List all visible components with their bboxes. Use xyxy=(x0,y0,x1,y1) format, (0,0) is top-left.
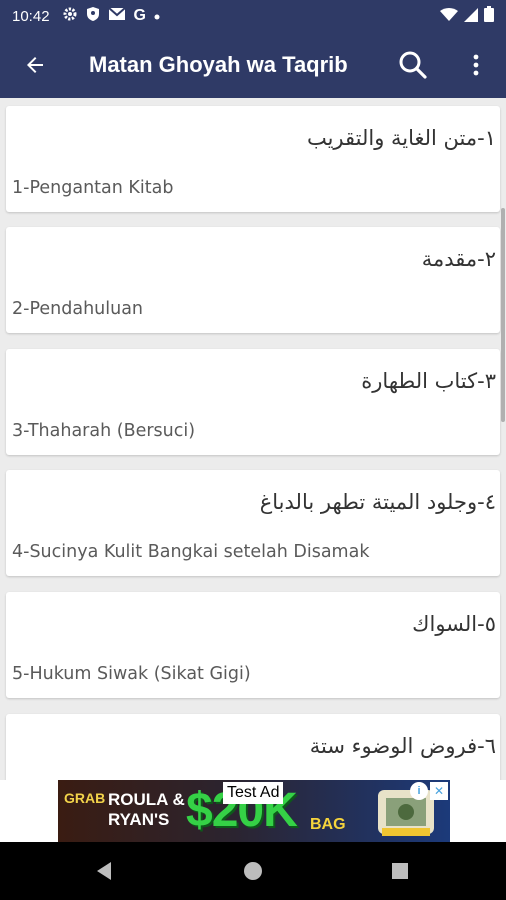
ad-bag-text: BAG xyxy=(310,816,346,833)
list-item[interactable]: ٢-مقدمة 2-Pendahuluan xyxy=(6,227,500,333)
shield-icon xyxy=(86,6,100,26)
list-item-arabic-title: ٣-كتاب الطهارة xyxy=(361,369,496,393)
mail-icon xyxy=(107,7,126,25)
triangle-back-icon xyxy=(97,862,111,880)
list-item-arabic-title: ٢-مقدمة xyxy=(421,247,496,271)
wifi-icon xyxy=(440,7,458,26)
back-button[interactable] xyxy=(0,32,70,98)
ad-names-line2: RYAN'S xyxy=(108,810,170,829)
page-title: Matan Ghoyah wa Taqrib xyxy=(89,52,348,77)
status-bar: 10:42 G xyxy=(0,0,506,32)
ad-names-text: ROULA & RYAN'S xyxy=(108,790,185,830)
list-item-arabic-title: ٥-السواك xyxy=(412,612,496,636)
list-item[interactable]: ٥-السواك 5-Hukum Siwak (Sikat Gigi) xyxy=(6,592,500,698)
list-item-latin-title: 1-Pengantan Kitab xyxy=(12,178,174,198)
chapter-list[interactable]: ١-متن الغاية والتقريب 1-Pengantan Kitab … xyxy=(0,98,506,780)
ad-banner[interactable]: GRAB ROULA & RYAN'S $20K BAG Test Ad i ✕ xyxy=(58,780,450,842)
list-item-latin-title: 3-Thaharah (Bersuci) xyxy=(12,421,196,441)
google-g-icon: G xyxy=(133,7,146,24)
list-item-arabic-title: ٤-وجلود الميتة تطهر بالدباغ xyxy=(259,490,496,514)
list-item-arabic-title: ٦-فروض الوضوء ستة xyxy=(309,734,496,758)
ad-names-line1: ROULA & xyxy=(108,790,185,809)
ad-container: GRAB ROULA & RYAN'S $20K BAG Test Ad i ✕ xyxy=(0,780,506,842)
battery-icon xyxy=(484,6,494,26)
dot-icon xyxy=(154,8,160,24)
signal-icon xyxy=(464,7,478,26)
nav-recents-button[interactable] xyxy=(370,842,430,900)
more-options-button[interactable] xyxy=(456,40,496,90)
search-icon xyxy=(399,51,427,79)
list-item-arabic-title: ١-متن الغاية والتقريب xyxy=(306,126,496,150)
gear-icon xyxy=(62,6,78,26)
list-item[interactable]: ١-متن الغاية والتقريب 1-Pengantan Kitab xyxy=(6,106,500,212)
ad-info-icon[interactable]: i xyxy=(410,782,428,800)
list-item[interactable]: ٣-كتاب الطهارة 3-Thaharah (Bersuci) xyxy=(6,349,500,455)
list-item-latin-title: 5-Hukum Siwak (Sikat Gigi) xyxy=(12,664,251,684)
square-recents-icon xyxy=(392,863,408,879)
navigation-bar xyxy=(0,842,506,900)
search-button[interactable] xyxy=(388,40,438,90)
nav-home-button[interactable] xyxy=(223,842,283,900)
list-item[interactable]: ٦-فروض الوضوء ستة xyxy=(6,714,500,780)
ad-grab-text: GRAB xyxy=(64,790,106,806)
nav-back-button[interactable] xyxy=(74,842,134,900)
list-item-latin-title: 2-Pendahuluan xyxy=(12,299,144,319)
ad-close-icon[interactable]: ✕ xyxy=(430,782,448,800)
status-time: 10:42 xyxy=(12,7,50,25)
more-vert-icon xyxy=(473,54,479,76)
scrollbar-thumb[interactable] xyxy=(501,208,505,422)
test-ad-label: Test Ad xyxy=(223,782,284,804)
list-item-latin-title: 4-Sucinya Kulit Bangkai setelah Disamak xyxy=(12,542,370,562)
circle-home-icon xyxy=(244,862,262,880)
list-item[interactable]: ٤-وجلود الميتة تطهر بالدباغ 4-Sucinya Ku… xyxy=(6,470,500,576)
arrow-left-icon xyxy=(27,57,43,73)
app-bar: Matan Ghoyah wa Taqrib xyxy=(0,32,506,98)
